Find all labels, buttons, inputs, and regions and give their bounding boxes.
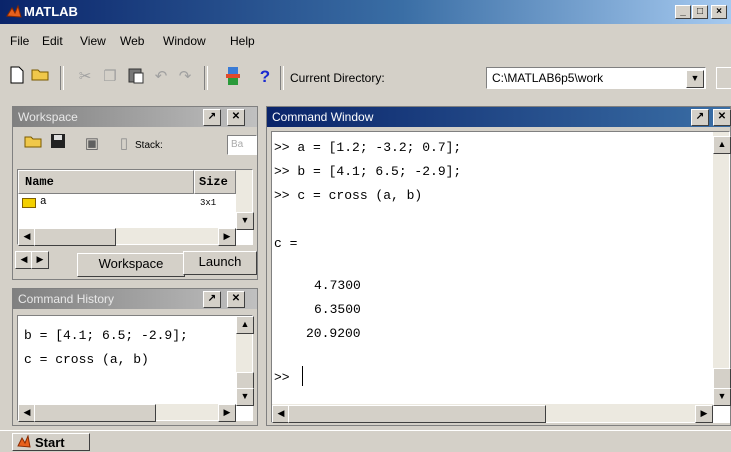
stack-label: Stack: — [135, 140, 163, 151]
result-value: 6.3500 — [314, 302, 361, 317]
open-folder-icon[interactable] — [23, 133, 45, 155]
command-window-title-bar: Command Window ↗ ✕ — [267, 107, 731, 127]
browse-button[interactable] — [716, 67, 731, 89]
maximize-button[interactable]: □ — [692, 5, 708, 19]
toolbar: ✂ ❐ ↶ ↷ ? Current Directory: C:\MATLAB6p… — [0, 62, 731, 96]
text-cursor — [302, 366, 303, 386]
column-header-name[interactable]: Name — [18, 170, 194, 194]
menu-window[interactable]: Window — [163, 34, 206, 48]
help-icon[interactable]: ? — [254, 66, 276, 88]
horizontal-scrollbar[interactable]: ◀ ▶ — [18, 228, 236, 246]
command-line: >> a = [1.2; -3.2; 0.7]; — [274, 140, 462, 155]
command-window-console[interactable]: >> a = [1.2; -3.2; 0.7]; >> b = [4.1; 6.… — [271, 131, 731, 423]
close-icon[interactable]: ✕ — [713, 109, 731, 126]
menu-edit[interactable]: Edit — [42, 34, 63, 48]
tab-launch[interactable]: Launch — [183, 251, 257, 275]
matrix-icon — [22, 198, 36, 208]
minimize-button[interactable]: _ — [675, 5, 691, 19]
scroll-right-icon[interactable]: ▶ — [218, 228, 236, 246]
scroll-right-icon[interactable]: ▶ — [218, 404, 236, 422]
toolbar-separator — [204, 66, 208, 90]
result-value: 4.7300 — [314, 278, 361, 293]
result-value: 20.9200 — [306, 326, 361, 341]
command-line: >> c = cross (a, b) — [274, 188, 423, 203]
simulink-icon[interactable] — [222, 66, 244, 88]
copy-icon[interactable]: ❐ — [99, 66, 121, 88]
undock-icon[interactable]: ↗ — [203, 291, 221, 308]
current-directory-value: C:\MATLAB6p5\work — [492, 71, 604, 85]
title-bar: MATLAB _ □ × — [0, 0, 731, 24]
history-line[interactable]: b = [4.1; 6.5; -2.9]; — [24, 328, 188, 343]
matlab-logo-icon — [6, 4, 22, 20]
command-prompt: >> — [274, 370, 290, 385]
current-directory-field[interactable]: C:\MATLAB6p5\work ▼ — [486, 67, 706, 89]
menu-file[interactable]: File — [10, 34, 29, 48]
command-history-list: b = [4.1; 6.5; -2.9]; c = cross (a, b) ▲… — [17, 315, 254, 422]
horizontal-scrollbar[interactable]: ◀ ▶ — [272, 404, 713, 423]
undock-icon[interactable]: ↗ — [691, 109, 709, 126]
toolbar-separator — [280, 66, 284, 90]
undo-icon[interactable]: ↶ — [150, 66, 172, 88]
chevron-down-icon[interactable]: ▼ — [686, 70, 704, 88]
tab-right-icon[interactable]: ▶ — [31, 251, 49, 269]
matlab-logo-icon — [17, 434, 31, 452]
history-line[interactable]: c = cross (a, b) — [24, 352, 149, 367]
command-history-title-bar: Command History ↗ ✕ — [13, 289, 257, 309]
open-folder-icon[interactable] — [30, 66, 52, 88]
horizontal-scrollbar[interactable]: ◀ ▶ — [18, 404, 236, 422]
cut-icon[interactable]: ✂ — [74, 66, 96, 88]
import-icon[interactable]: ▣ — [81, 133, 103, 155]
undock-icon[interactable]: ↗ — [203, 109, 221, 126]
menu-view[interactable]: View — [80, 34, 106, 48]
redo-icon[interactable]: ↷ — [174, 66, 196, 88]
delete-icon[interactable]: ▯ — [113, 133, 135, 155]
workspace-browser: Name Size a 3x1 ▼ ◀ ▶ — [17, 169, 254, 246]
current-directory-label: Current Directory: — [290, 71, 385, 85]
variable-name[interactable]: a — [40, 196, 47, 208]
start-label: Start — [35, 435, 65, 450]
command-window-title: Command Window — [272, 110, 374, 124]
close-icon[interactable]: ✕ — [227, 109, 245, 126]
vertical-scrollbar[interactable]: ▲ ▼ — [236, 316, 254, 406]
scroll-right-icon[interactable]: ▶ — [695, 405, 713, 423]
menu-help[interactable]: Help — [230, 34, 255, 48]
vertical-scrollbar[interactable]: ▼ — [236, 170, 254, 230]
scroll-thumb[interactable] — [713, 368, 731, 390]
result-variable: c = — [274, 236, 298, 251]
command-line: >> b = [4.1; 6.5; -2.9]; — [274, 164, 462, 179]
stack-select[interactable]: Ba — [227, 135, 257, 155]
new-file-icon[interactable] — [6, 66, 28, 88]
toolbar-separator — [60, 66, 64, 90]
vertical-scrollbar[interactable]: ▲ ▼ — [713, 132, 731, 406]
scroll-thumb[interactable] — [34, 404, 156, 422]
scroll-up-icon[interactable]: ▲ — [236, 316, 254, 334]
scroll-down-icon[interactable]: ▼ — [236, 212, 254, 230]
column-header-size[interactable]: Size — [194, 170, 236, 194]
variable-size: 3x1 — [200, 198, 217, 208]
scroll-up-icon[interactable]: ▲ — [713, 136, 731, 154]
window-title: MATLAB — [24, 4, 78, 19]
start-button[interactable]: Start — [12, 433, 90, 451]
workspace-panel: Workspace ↗ ✕ ▣ ▯ Stack: Ba Name Size a … — [12, 106, 258, 280]
scroll-down-icon[interactable]: ▼ — [236, 388, 254, 406]
menu-bar: File Edit View Web Window Help — [0, 34, 731, 52]
paste-icon[interactable] — [125, 66, 147, 88]
close-icon[interactable]: ✕ — [227, 291, 245, 308]
save-icon[interactable] — [47, 133, 69, 155]
workspace-title-bar: Workspace ↗ ✕ — [13, 107, 257, 127]
command-history-title: Command History — [18, 292, 115, 306]
menu-web[interactable]: Web — [120, 34, 144, 48]
tab-scroll: ◀ ▶ — [15, 249, 49, 269]
command-window-panel: Command Window ↗ ✕ >> a = [1.2; -3.2; 0.… — [266, 106, 731, 426]
tab-workspace[interactable]: Workspace — [77, 253, 185, 277]
workspace-title: Workspace — [18, 110, 78, 124]
start-bar: Start — [0, 430, 731, 452]
close-button[interactable]: × — [711, 5, 727, 19]
scroll-down-icon[interactable]: ▼ — [713, 388, 731, 406]
workspace-toolbar: ▣ ▯ Stack: Ba — [13, 129, 257, 163]
scroll-thumb[interactable] — [34, 228, 116, 246]
command-history-panel: Command History ↗ ✕ b = [4.1; 6.5; -2.9]… — [12, 288, 258, 426]
scroll-thumb[interactable] — [288, 405, 546, 423]
